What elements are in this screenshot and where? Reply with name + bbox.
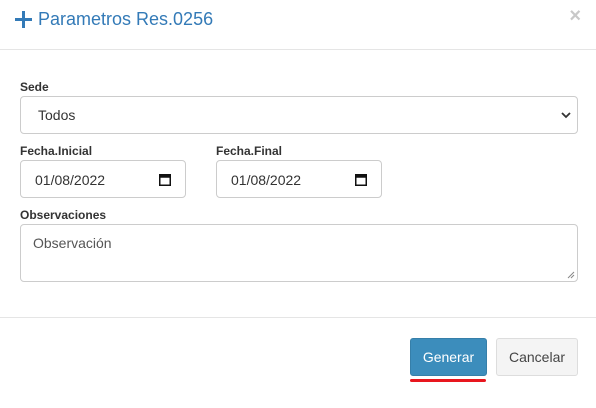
observaciones-label: Observaciones [20,208,107,222]
footer-divider [0,317,596,318]
modal-header: Parametros Res.0256 × [0,0,596,50]
close-icon[interactable]: × [569,6,581,26]
fecha-inicial-label: Fecha.Inicial [20,144,93,158]
fecha-final-value: 01/08/2022 [231,172,302,188]
modal-dialog: Parametros Res.0256 × Sede Todos Fecha.I… [0,0,596,408]
red-underline-annotation [410,379,486,382]
plus-icon [15,11,32,28]
fecha-inicial-input[interactable]: 01/08/2022 [20,160,186,198]
sede-select[interactable]: Todos [20,96,578,134]
calendar-icon[interactable] [159,173,171,186]
modal-title: Parametros Res.0256 [38,9,214,29]
observaciones-textarea[interactable]: Observación [20,224,578,282]
sede-label: Sede [20,80,49,94]
calendar-icon[interactable] [355,173,367,186]
fecha-inicial-value: 01/08/2022 [35,172,106,188]
chevron-down-icon [561,112,571,119]
title-wrap: Parametros Res.0256 [15,8,213,30]
cancel-button[interactable]: Cancelar [496,338,578,376]
fecha-final-label: Fecha.Final [216,144,283,158]
fecha-final-input[interactable]: 01/08/2022 [216,160,382,198]
generate-button[interactable]: Generar [410,338,487,376]
sede-selected-value: Todos [38,107,76,123]
resize-handle-icon[interactable] [567,271,575,279]
observaciones-placeholder: Observación [33,235,112,251]
